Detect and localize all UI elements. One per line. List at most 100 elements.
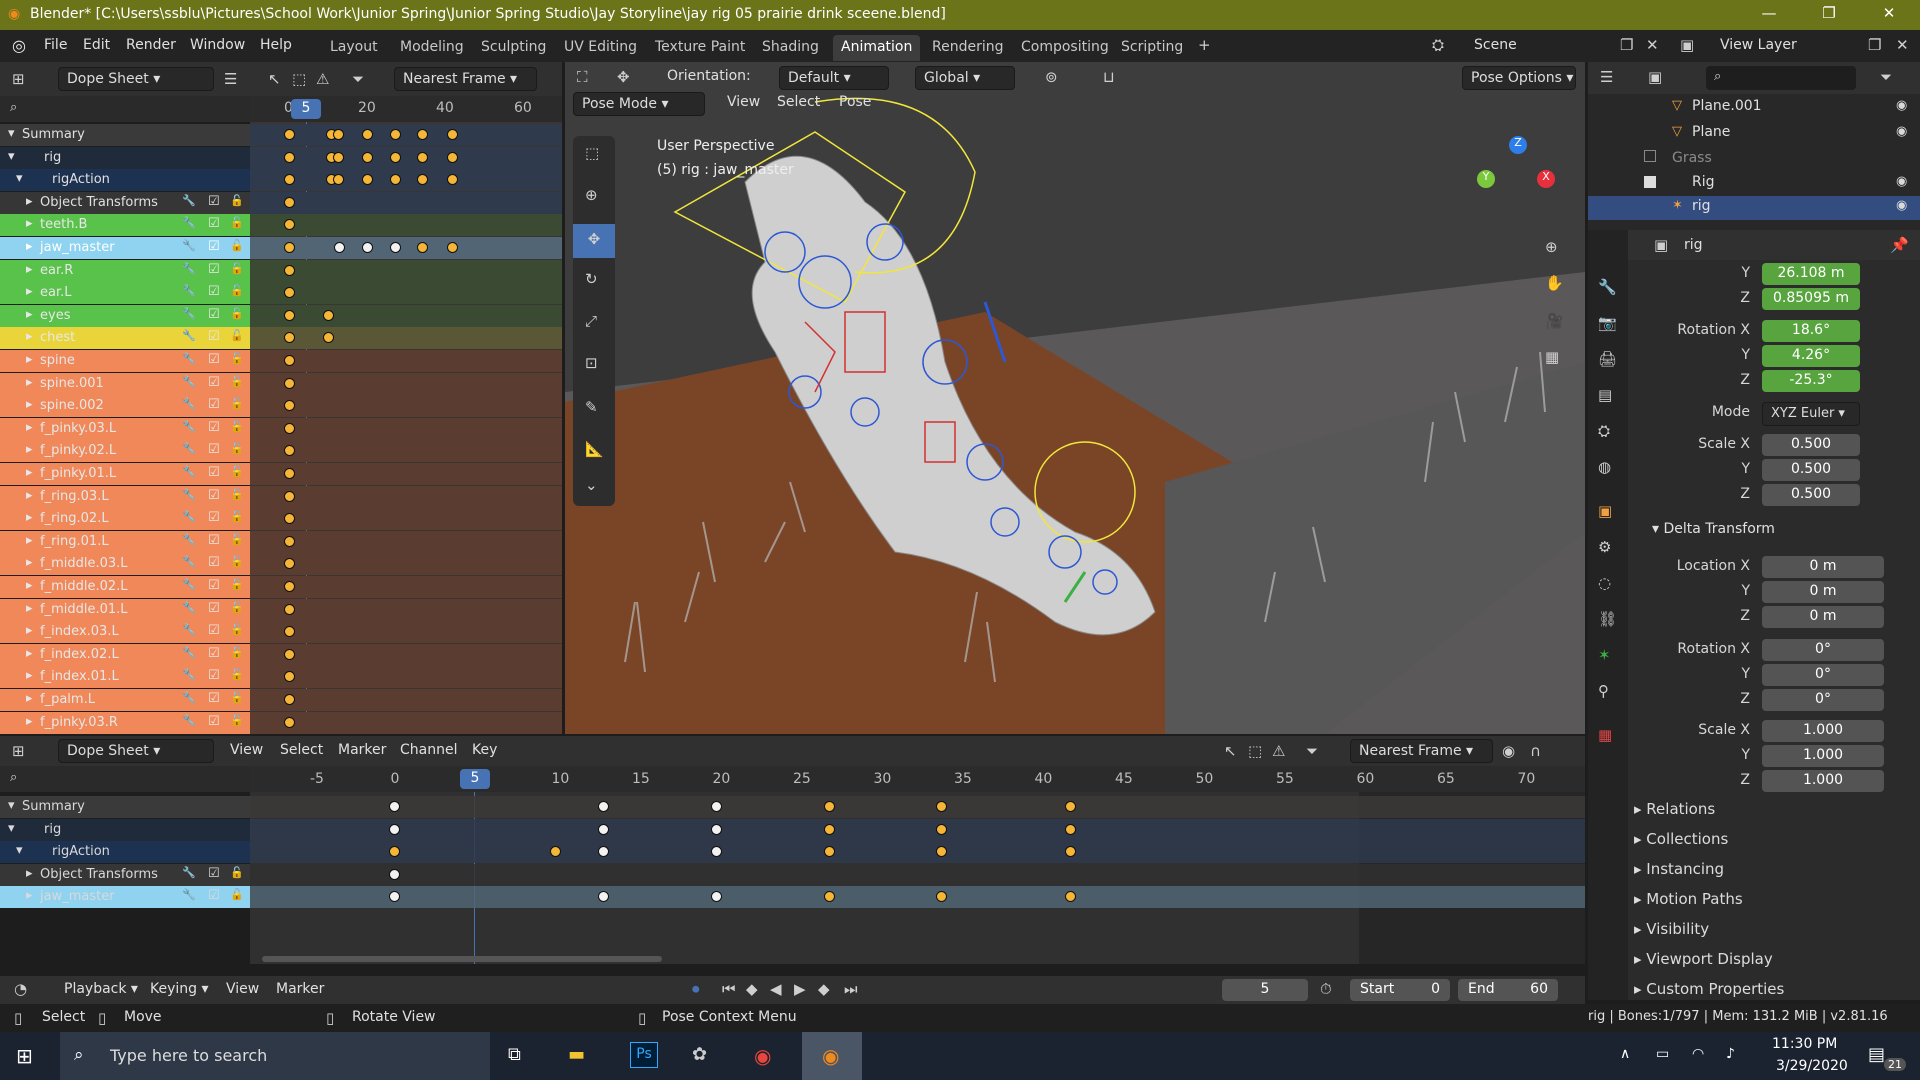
tool-tab-icon[interactable]: 🔧 — [1598, 278, 1617, 296]
tab-animation[interactable]: Animation — [833, 35, 921, 61]
keyframe[interactable] — [333, 129, 344, 140]
keyframe-row[interactable] — [250, 169, 562, 192]
modifier-wrench-icon[interactable]: 🔧 — [182, 420, 196, 433]
channel-checkbox[interactable]: ☑ — [208, 329, 220, 344]
data-tab-icon[interactable]: ✶ — [1598, 646, 1611, 664]
channel-checkbox[interactable]: ☑ — [208, 578, 220, 593]
collapse-arrow-icon[interactable]: ▸ — [26, 239, 33, 254]
channel-checkbox[interactable]: ☑ — [208, 714, 220, 729]
viewport-menu-pose[interactable]: Pose — [839, 94, 871, 110]
visibility-eye-icon[interactable]: ◉ — [1896, 98, 1907, 113]
channel-f-index-03-l[interactable]: ▸ f_index.03.L 🔧 ☑ 🔓 — [0, 621, 250, 644]
keyframe[interactable] — [823, 846, 835, 857]
rotate-tool-icon[interactable]: ↻ — [585, 270, 598, 288]
channel-f-middle-02-l[interactable]: ▸ f_middle.02.L 🔧 ☑ 🔓 — [0, 576, 250, 598]
channel-ear-r[interactable]: ▸ ear.R 🔧 ☑ 🔓 — [0, 259, 250, 282]
photoshop-icon[interactable]: Ps — [630, 1042, 658, 1068]
lock-icon[interactable]: 🔓 — [230, 691, 244, 704]
display-mode-icon[interactable]: ▣ — [1648, 68, 1662, 86]
keyframe-row[interactable] — [250, 621, 562, 644]
collapse-arrow-icon[interactable]: ▸ — [26, 646, 33, 661]
panel-collections[interactable]: ▸ Collections — [1634, 830, 1728, 848]
keyframe-row[interactable] — [250, 818, 1585, 841]
hamburger-menu-icon[interactable]: ☰ — [224, 70, 237, 88]
keyframe-row[interactable] — [250, 576, 562, 598]
menu-render[interactable]: Render — [126, 37, 176, 53]
expand-arrow-icon[interactable]: ▾ — [8, 149, 15, 164]
channel-f-index-01-l[interactable]: ▸ f_index.01.L 🔧 ☑ 🔓 — [0, 666, 250, 689]
collapse-arrow-icon[interactable]: ▸ — [26, 307, 33, 322]
bottom-menu-marker[interactable]: Marker — [338, 742, 386, 758]
channel-f-middle-01-l[interactable]: ▸ f_middle.01.L 🔧 ☑ 🔓 — [0, 598, 250, 621]
lock-icon[interactable]: 🔓 — [230, 555, 244, 568]
lock-icon[interactable]: 🔓 — [230, 262, 244, 275]
outliner-selected-row[interactable] — [1588, 196, 1920, 220]
warning-icon[interactable]: ⚠ — [316, 70, 329, 88]
delta-location-z-field[interactable]: 0 m — [1762, 606, 1884, 628]
visibility-eye-icon[interactable]: ◉ — [1896, 124, 1907, 139]
clock-date[interactable]: 3/29/2020 — [1776, 1058, 1848, 1074]
keyframe[interactable] — [389, 801, 400, 812]
collapse-arrow-icon[interactable]: ▸ — [26, 533, 33, 548]
keyframe[interactable] — [417, 242, 428, 253]
bottom-channel-search[interactable]: ⌕ — [0, 766, 250, 792]
scale-x-field[interactable]: 0.500 — [1762, 434, 1860, 456]
keyframe-row[interactable] — [250, 643, 562, 666]
render-tab-icon[interactable]: 📷 — [1598, 314, 1617, 332]
channel-checkbox[interactable]: ☑ — [208, 488, 220, 503]
channel-spine-002[interactable]: ▸ spine.002 🔧 ☑ 🔓 — [0, 395, 250, 418]
record-button[interactable]: ⏺ — [692, 980, 700, 998]
keyframe-row[interactable] — [250, 372, 562, 395]
keyframe[interactable] — [823, 801, 835, 812]
keyframe-row[interactable] — [250, 237, 562, 259]
collapse-arrow-icon[interactable]: ▸ — [26, 555, 33, 570]
tab-layout[interactable]: Layout — [322, 35, 386, 61]
keyframe-row[interactable] — [250, 350, 562, 372]
maximize-button[interactable]: ❐ — [1806, 4, 1852, 22]
keyframe-row[interactable] — [250, 214, 562, 237]
collapse-arrow-icon[interactable]: ▸ — [26, 329, 33, 344]
modifier-wrench-icon[interactable]: 🔧 — [182, 284, 196, 297]
keyframe-row[interactable] — [250, 553, 562, 576]
keyframe[interactable] — [390, 242, 401, 253]
modifier-wrench-icon[interactable]: 🔧 — [182, 375, 196, 388]
tray-chevron-icon[interactable]: ∧ — [1620, 1046, 1630, 1062]
channel-f-index-02-l[interactable]: ▸ f_index.02.L 🔧 ☑ 🔓 — [0, 643, 250, 666]
keyframe[interactable] — [823, 891, 835, 902]
move-tool-icon[interactable]: ✥ — [573, 224, 615, 258]
keyframe[interactable] — [390, 151, 401, 163]
keyframe[interactable] — [711, 846, 722, 857]
mode-dropdown[interactable]: Pose Mode ▾ — [573, 92, 705, 116]
lock-icon[interactable]: 🔓 — [230, 866, 244, 879]
keyframe-row[interactable] — [250, 530, 562, 553]
channel-jaw-master[interactable]: ▸ jaw_master 🔧 ☑ 🔓 — [0, 237, 250, 259]
keyframe-row[interactable] — [250, 327, 562, 350]
box-select-icon[interactable]: ⬚ — [1248, 742, 1262, 760]
channel-checkbox[interactable]: ☑ — [208, 352, 220, 367]
keyframe[interactable] — [447, 129, 458, 140]
world-tab-icon[interactable]: ◍ — [1598, 458, 1611, 476]
lock-icon[interactable]: 🔓 — [230, 465, 244, 478]
keyframe[interactable] — [284, 535, 295, 547]
channel-chest[interactable]: ▸ chest 🔧 ☑ 🔓 — [0, 327, 250, 350]
keyframe-row[interactable] — [250, 191, 562, 214]
modifier-wrench-icon[interactable]: 🔧 — [182, 329, 196, 342]
delta-rotation-x-field[interactable]: 0° — [1762, 639, 1884, 661]
lock-icon[interactable]: 🔓 — [230, 397, 244, 410]
view-layer-icon[interactable]: ▣ — [1680, 36, 1694, 54]
blender-menu-icon[interactable]: ◎ — [12, 36, 26, 55]
delta-location-y-field[interactable]: 0 m — [1762, 581, 1884, 603]
keyframe[interactable] — [284, 581, 295, 592]
modifier-wrench-icon[interactable]: 🔧 — [182, 442, 196, 455]
channel-spine[interactable]: ▸ spine 🔧 ☑ 🔓 — [0, 350, 250, 372]
curve-icon[interactable]: ∩ — [1530, 742, 1541, 760]
transform-space-dropdown[interactable]: Global ▾ — [915, 66, 1015, 90]
collapse-arrow-icon[interactable]: ▸ — [26, 714, 33, 729]
collection-checkbox[interactable] — [1644, 176, 1656, 188]
lock-icon[interactable]: 🔓 — [230, 239, 244, 252]
keyframe[interactable] — [711, 823, 722, 835]
bottom-menu-view[interactable]: View — [230, 742, 263, 758]
tab-rendering[interactable]: Rendering — [924, 35, 1012, 61]
lock-icon[interactable]: 🔓 — [230, 668, 244, 681]
outliner-item-plane001[interactable]: Plane.001 — [1692, 98, 1762, 114]
